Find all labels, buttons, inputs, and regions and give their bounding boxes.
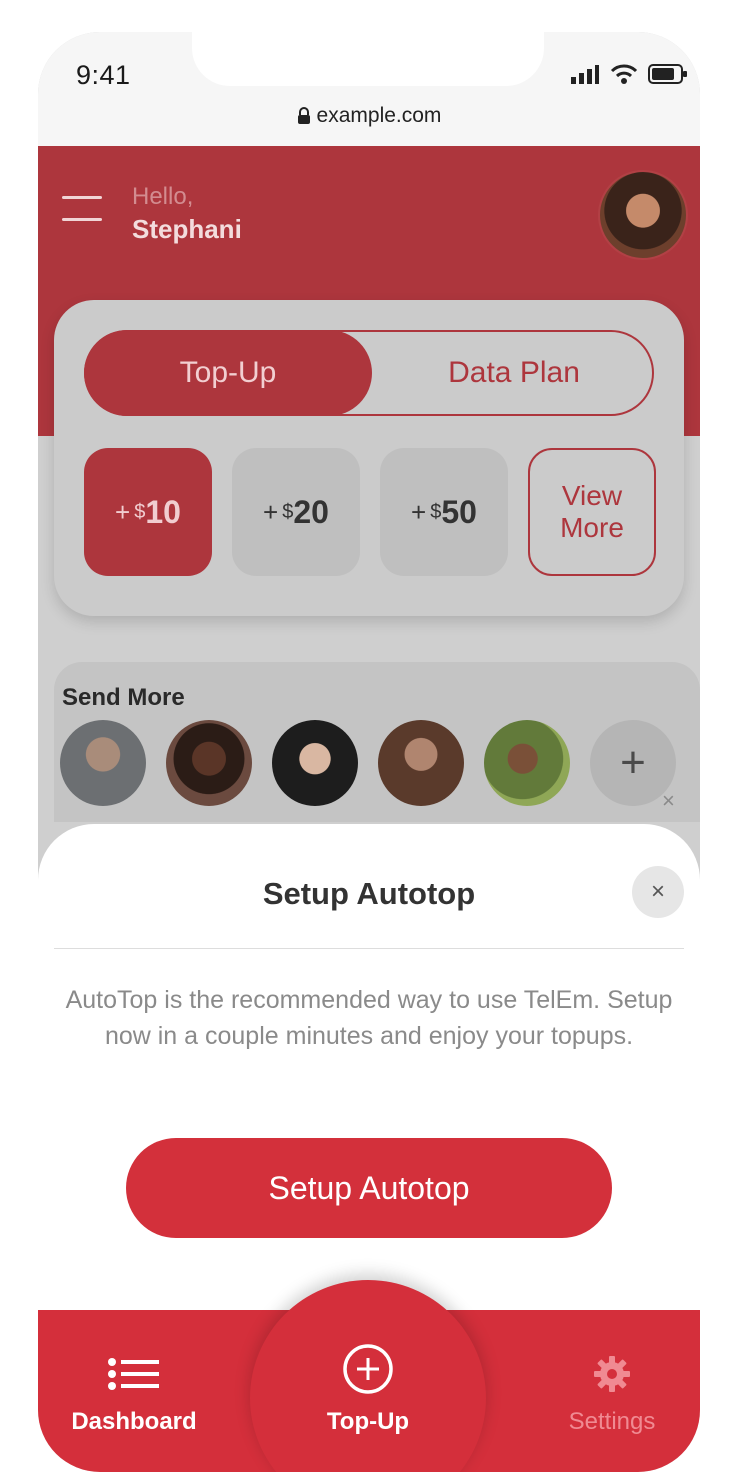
greeting: Hello,: [132, 183, 194, 210]
plus-circle-icon: [343, 1344, 393, 1394]
lock-icon: [297, 107, 310, 125]
status-icons: [570, 62, 688, 86]
status-time: 9:41: [76, 60, 131, 90]
view-more-button[interactable]: View More: [528, 448, 656, 576]
contact-avatar[interactable]: [378, 720, 464, 806]
divider: [54, 948, 684, 949]
amount-50-button[interactable]: + $50: [380, 448, 508, 576]
tab-dashboard-label: Dashboard: [71, 1408, 197, 1435]
contact-avatar[interactable]: [484, 720, 570, 806]
contact-avatar[interactable]: [60, 720, 146, 806]
topup-card: Top-Up Data Plan + $10 + $20 + $50 View More: [54, 300, 684, 616]
amount-options: + $10 + $20 + $50 View More: [84, 448, 656, 576]
tab-top-up-main[interactable]: Top-Up: [268, 1340, 468, 1436]
tab-settings-label: Settings: [568, 1408, 656, 1435]
sheet-description: AutoTop is the recommended way to use Te…: [65, 986, 673, 1050]
plan-toggle: Top-Up Data Plan: [84, 330, 654, 416]
url-text: example.com: [316, 104, 442, 127]
tab-top-up[interactable]: Top-Up: [84, 330, 372, 416]
sheet-title: Setup Autotop: [262, 876, 476, 911]
setup-autotop-button[interactable]: Setup Autotop: [126, 1138, 612, 1238]
tab-dashboard[interactable]: Dashboard: [48, 1350, 220, 1436]
tab-top-up-label: Top-Up: [326, 1408, 410, 1435]
close-button[interactable]: ×: [632, 866, 684, 918]
tab-settings[interactable]: Settings: [526, 1350, 698, 1436]
contact-avatar[interactable]: [272, 720, 358, 806]
phone-screen: 9:41 example.com Hello, Stephani Top-Up …: [38, 32, 700, 1472]
address-bar[interactable]: example.com: [38, 104, 700, 128]
close-icon: ×: [662, 788, 675, 813]
signal-icon: [571, 65, 599, 84]
add-icon: +: [620, 738, 646, 787]
battery-icon: [648, 64, 687, 84]
list-icon: [108, 1358, 159, 1390]
contact-avatar[interactable]: [166, 720, 252, 806]
amount-20-button[interactable]: + $20: [232, 448, 360, 576]
gear-icon: [594, 1356, 630, 1392]
close-icon: ×: [650, 878, 665, 905]
wifi-icon: [610, 64, 638, 84]
send-more-title: Send More: [62, 684, 185, 711]
send-more-section: Send More + ×: [54, 662, 700, 822]
avatar[interactable]: [598, 170, 688, 260]
amount-10-button[interactable]: + $10: [84, 448, 212, 576]
menu-icon[interactable]: [62, 196, 102, 240]
tab-data-plan[interactable]: Data Plan: [374, 332, 654, 414]
notch: [192, 32, 544, 86]
status-bar: 9:41 example.com: [38, 32, 700, 146]
user-name: Stephani: [132, 214, 242, 244]
